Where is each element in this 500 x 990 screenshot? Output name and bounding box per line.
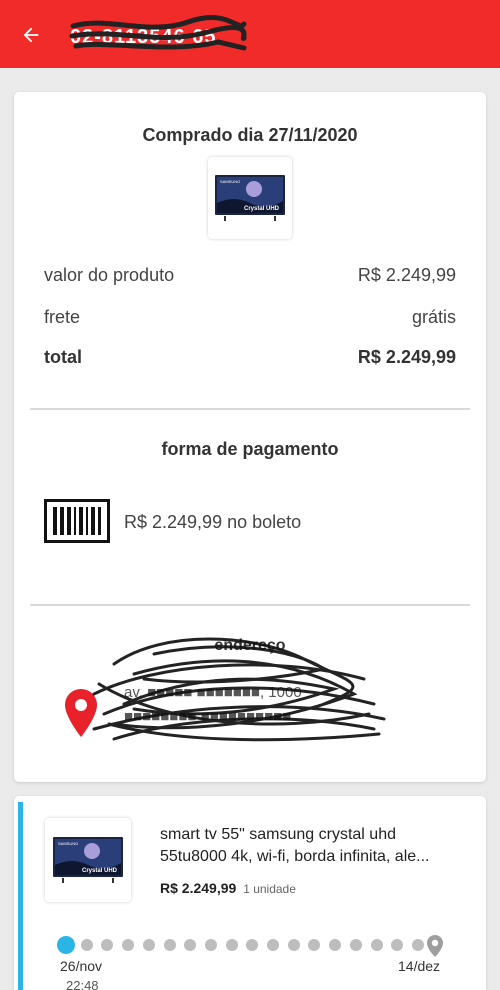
shipping-row: frete grátis [44, 307, 456, 328]
timeline-step-dot [412, 939, 424, 951]
timeline-step-dot [225, 939, 238, 951]
timeline-step-dot [287, 939, 300, 951]
timeline-step-dot [57, 936, 75, 954]
timeline-step-dot [101, 939, 114, 951]
order-summary-card: Comprado dia 27/11/2020 SAMSUNG Crystal … [14, 92, 486, 782]
payment-text: R$ 2.249,99 no boleto [124, 512, 302, 532]
app-header: 02-8113546 65 [0, 0, 500, 68]
timeline-step-dot [349, 939, 362, 951]
timeline-start-time: 22:48 [66, 978, 99, 990]
item-name-line-1: smart tv 55" samsung crystal uhd [160, 826, 396, 843]
item-name: smart tv 55" samsung crystal uhd 55tu800… [160, 824, 460, 868]
timeline-step-dot [267, 939, 280, 951]
timeline-step-dot [204, 939, 217, 951]
timeline-step-dot [329, 939, 342, 951]
payment-method-title: forma de pagamento [161, 439, 339, 459]
product-value-amount: R$ 2.249,99 [357, 265, 456, 285]
redaction-scribble [69, 15, 247, 51]
arrow-left-icon [23, 27, 39, 43]
timeline-step-dot [122, 939, 135, 951]
timeline-step-dot [142, 939, 155, 951]
product-value-label: valor do produto [44, 265, 175, 285]
item-thumbnail: SAMSUNG Crystal UHD [45, 818, 131, 902]
total-label: total [44, 347, 82, 367]
back-button[interactable] [14, 18, 48, 52]
timeline-start-date: 26/nov [60, 958, 103, 974]
address-redaction-scribble [92, 637, 386, 742]
barcode-boleto-icon [44, 499, 110, 543]
timeline-step-dot [308, 939, 321, 951]
shipping-label: frete [44, 307, 81, 327]
shipping-value: grátis [411, 307, 456, 327]
purchase-date: Comprado dia 27/11/2020 [142, 125, 358, 145]
timeline-step-dot [370, 939, 383, 951]
tv-product-image: SAMSUNG Crystal UHD [215, 175, 285, 221]
item-price: R$ 2.249,99 [160, 880, 237, 896]
delivery-timeline [57, 934, 460, 957]
timeline-step-dot [163, 939, 176, 951]
destination-pin-icon [427, 935, 443, 957]
timeline-step-dot [246, 939, 259, 951]
order-item-card[interactable]: SAMSUNG Crystal UHD smart tv 55" samsung… [14, 796, 486, 990]
total-value: R$ 2.249,99 [357, 347, 456, 367]
tv-badge-text: Crystal UHD [244, 206, 280, 212]
status-accent-stripe [18, 802, 23, 990]
timeline-step-dot [391, 939, 404, 951]
tv-brand-text: SAMSUNG [58, 841, 78, 846]
tv-product-image: SAMSUNG Crystal UHD [53, 837, 123, 883]
total-row: total R$ 2.249,99 [44, 347, 456, 368]
product-thumbnail[interactable]: SAMSUNG Crystal UHD [208, 157, 292, 239]
divider [30, 408, 470, 410]
tv-badge-text: Crystal UHD [82, 868, 118, 874]
item-price-row: R$ 2.249,99 1 unidade [160, 880, 296, 896]
product-value-row: valor do produto R$ 2.249,99 [44, 265, 456, 286]
timeline-step-dot [80, 939, 93, 951]
item-quantity: 1 unidade [243, 882, 296, 896]
tv-brand-text: SAMSUNG [220, 179, 240, 184]
timeline-end-date: 14/dez [398, 958, 441, 974]
divider [30, 604, 470, 606]
item-name-line-2: 55tu8000 4k, wi-fi, borda infinita, ale.… [160, 848, 430, 865]
timeline-step-dot [184, 939, 197, 951]
